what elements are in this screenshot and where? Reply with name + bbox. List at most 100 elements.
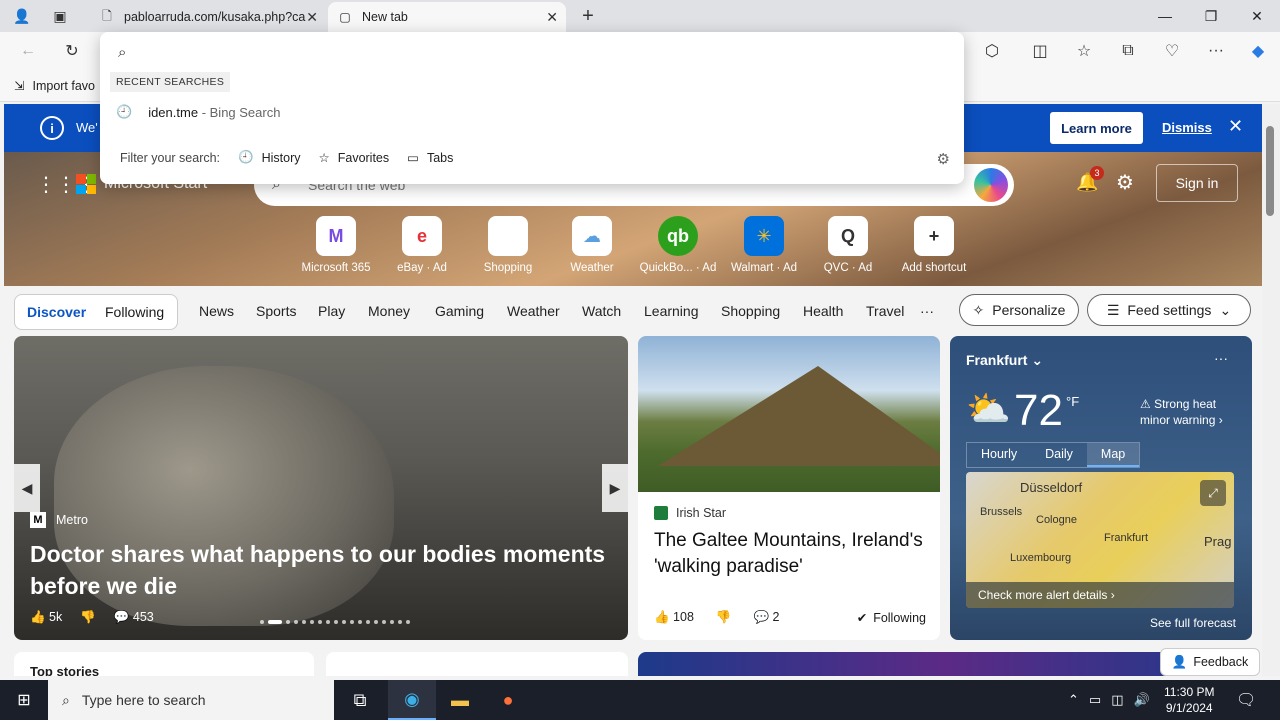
taskbar-search[interactable]: ⌕ Type here to search (48, 680, 334, 720)
close-icon[interactable]: ✕ (306, 9, 318, 26)
irish-story-card[interactable]: Irish Star The Galtee Mountains, Ireland… (638, 336, 940, 640)
nav-learning[interactable]: Learning (644, 303, 699, 319)
back-button[interactable]: ← (14, 38, 42, 64)
tab-actions-icon[interactable]: ▣ (48, 4, 72, 28)
scrollbar-thumb[interactable] (1266, 126, 1274, 216)
nav-weather[interactable]: Weather (507, 303, 560, 319)
recent-search-item[interactable]: 🕘 iden.tme - Bing Search (116, 104, 280, 120)
restore-button[interactable]: ❐ (1188, 0, 1234, 32)
shortcut-add[interactable]: + Add shortcut (892, 216, 976, 274)
performance-icon[interactable]: ♡ (1158, 38, 1186, 64)
shortcut-weather[interactable]: ☁ Weather (550, 216, 634, 274)
carousel-prev-button[interactable]: ◀ (14, 464, 40, 512)
tab-daily[interactable]: Daily (1031, 443, 1087, 467)
dismiss-link[interactable]: Dismiss (1162, 120, 1212, 135)
sign-in-button[interactable]: Sign in (1156, 164, 1238, 202)
close-window-button[interactable]: ✕ (1234, 0, 1280, 32)
tab-discover[interactable]: Discover (27, 304, 86, 320)
feedback-button[interactable]: 👤 Feedback (1160, 648, 1260, 676)
tab-hourly[interactable]: Hourly (967, 443, 1031, 467)
notifications-button[interactable]: 🔔 3 (1076, 166, 1104, 193)
nav-health[interactable]: Health (803, 303, 843, 319)
nav-gaming[interactable]: Gaming (435, 303, 484, 319)
nav-news[interactable]: News (199, 303, 234, 319)
more-options-icon[interactable]: ··· (1214, 350, 1228, 366)
personalize-button[interactable]: ✧ Personalize (959, 294, 1079, 326)
task-view-icon[interactable]: ⧉ (336, 680, 384, 720)
tab-following[interactable]: Following (105, 304, 164, 320)
nav-shopping[interactable]: Shopping (721, 303, 780, 319)
comment-button[interactable]: 💬 2 (753, 610, 779, 625)
chevron-up-icon[interactable]: ⌃ (1068, 692, 1079, 708)
like-button[interactable]: 👍 5k (30, 610, 62, 625)
learn-more-button[interactable]: Learn more (1050, 112, 1143, 144)
comment-button[interactable]: 💬 453 (114, 610, 154, 625)
story-headline[interactable]: The Galtee Mountains, Ireland's 'walking… (654, 528, 924, 580)
scrollbar[interactable] (1262, 104, 1280, 676)
full-forecast-link[interactable]: See full forecast (1150, 616, 1236, 630)
split-screen-icon[interactable]: ◫ (1026, 38, 1054, 64)
carousel-next-button[interactable]: ▶ (602, 464, 628, 512)
main-story-card[interactable]: ◀ ▶ M Metro Doctor shares what happens t… (14, 336, 628, 640)
nav-money[interactable]: Money (368, 303, 410, 319)
dislike-button[interactable]: 👎 (80, 610, 96, 625)
firefox-icon[interactable]: ● (484, 680, 532, 720)
wifi-icon[interactable]: ◫ (1111, 692, 1123, 708)
edge-icon[interactable]: ◉ (388, 680, 436, 720)
temperature-unit[interactable]: °F (1066, 394, 1079, 409)
network-icon[interactable]: ▭ (1089, 692, 1101, 708)
start-button[interactable]: ⊞ (0, 680, 48, 720)
clock[interactable]: 11:30 PM 9/1/2024 (1164, 684, 1214, 716)
weather-alert[interactable]: ⚠ Strong heat minor warning › (1140, 396, 1230, 428)
shortcut-microsoft365[interactable]: M Microsoft 365 (294, 216, 378, 274)
top-stories-card[interactable]: Top stories (14, 652, 314, 676)
more-menu-icon[interactable]: ··· (1202, 38, 1230, 64)
shortcut-shopping[interactable]: ◇ Shopping (466, 216, 550, 274)
weather-city[interactable]: Frankfurt ⌄ (966, 352, 1043, 369)
alert-details-link[interactable]: Check more alert details › (966, 582, 1234, 608)
weather-card[interactable]: Frankfurt ⌄ ··· ⛅ 72 °F ⚠ Strong heat mi… (950, 336, 1252, 640)
minimize-button[interactable]: — (1142, 0, 1188, 32)
nav-sports[interactable]: Sports (256, 303, 296, 319)
tab-new-tab[interactable]: ▢ New tab ✕ (328, 2, 566, 32)
notification-icon[interactable]: 🗨 (1236, 690, 1256, 710)
shortcut-walmart[interactable]: ✳ Walmart · Ad (722, 216, 806, 274)
dislike-button[interactable]: 👎 (716, 610, 732, 625)
gear-icon[interactable]: ⚙ (937, 150, 950, 168)
volume-icon[interactable]: 🔊 (1134, 692, 1150, 708)
weather-map[interactable]: Düsseldorf Brussels Cologne Frankfurt Lu… (966, 472, 1234, 608)
import-favorites[interactable]: ⇲ Import favo (14, 78, 95, 94)
profile-icon[interactable]: 👤 (10, 4, 34, 28)
nav-play[interactable]: Play (318, 303, 345, 319)
tab-map[interactable]: Map (1086, 443, 1140, 467)
extensions-icon[interactable]: ⬡ (978, 38, 1006, 64)
tab-pabloarruda[interactable]: 🗋 pabloarruda.com/kusaka.php?ca ✕ (90, 2, 326, 32)
copilot-icon[interactable]: ◆ (1244, 38, 1272, 64)
favorites-icon[interactable]: ☆ (1070, 38, 1098, 64)
collections-icon[interactable]: ⧉ (1114, 38, 1142, 64)
nav-more[interactable]: ··· (920, 303, 934, 319)
new-tab-button[interactable]: + (576, 4, 600, 28)
feed-settings-button[interactable]: ☰ Feed settings ⌄ (1087, 294, 1251, 326)
refresh-button[interactable]: ↻ (58, 38, 86, 64)
following-button[interactable]: ✔ Following (857, 610, 926, 626)
close-icon[interactable]: ✕ (1228, 116, 1243, 137)
like-button[interactable]: 👍 108 (654, 610, 694, 625)
close-icon[interactable]: ✕ (546, 9, 558, 26)
settings-gear-icon[interactable]: ⚙ (1116, 170, 1134, 195)
filter-history[interactable]: 🕘 History (238, 150, 300, 165)
file-explorer-icon[interactable]: ▬ (436, 680, 484, 720)
address-input[interactable] (146, 40, 926, 64)
copilot-button[interactable] (974, 168, 1008, 202)
story-card[interactable] (326, 652, 628, 676)
expand-icon[interactable]: ⤢ (1200, 480, 1226, 506)
nav-travel[interactable]: Travel (866, 303, 904, 319)
shortcut-qvc[interactable]: Q QVC · Ad (806, 216, 890, 274)
shortcut-quickbooks[interactable]: qb QuickBo... · Ad (636, 216, 720, 274)
nav-watch[interactable]: Watch (582, 303, 621, 319)
filter-tabs[interactable]: ▭ Tabs (407, 150, 453, 166)
filter-favorites[interactable]: ☆ Favorites (319, 150, 390, 166)
story-headline[interactable]: Doctor shares what happens to our bodies… (30, 538, 620, 602)
shortcut-ebay[interactable]: e eBay · Ad (380, 216, 464, 274)
story-image (638, 336, 940, 492)
